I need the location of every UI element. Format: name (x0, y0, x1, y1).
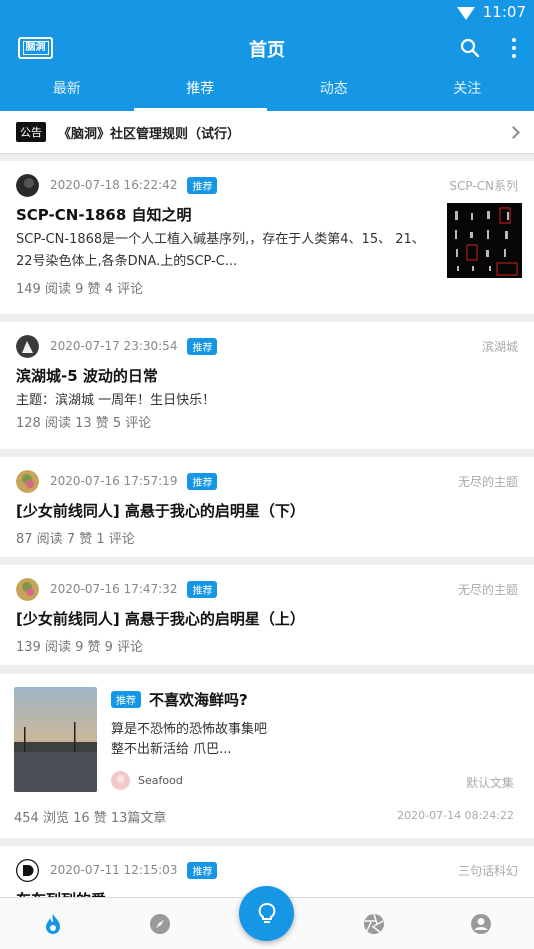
collection-date: 2020-07-14 08:24:22 (397, 809, 514, 822)
collection-stats: 454 浏览 16 赞 13篇文章 (14, 811, 167, 826)
post-title: [少女前线同人] 高悬于我心的启明星（下） (16, 502, 305, 520)
nav-discover[interactable] (107, 913, 214, 935)
post-stats: 87 阅读 7 赞 1 评论 (16, 532, 135, 547)
announcement-text: 《脑洞》社区管理规则（试行） (58, 126, 241, 142)
post-date: 2020-07-18 16:22:42 (50, 178, 178, 192)
post-meta: 2020-07-17 23:30:54 推荐 滨湖城 (16, 333, 518, 359)
recommend-badge: 推荐 (111, 691, 141, 708)
tab-recommended[interactable]: 推荐 (133, 74, 268, 111)
recommend-badge: 推荐 (187, 861, 218, 879)
post-title: [少女前线同人] 高悬于我心的启明星（上） (16, 610, 305, 628)
collection-heading: 推荐 不喜欢海鲜吗? (111, 689, 248, 710)
collection-title: 不喜欢海鲜吗? (149, 691, 248, 709)
recommend-badge: 推荐 (187, 580, 218, 598)
post-excerpt: SCP-CN-1868是一个人工植入碱基序列,，存在于人类第4、15、 21、 … (16, 232, 425, 269)
post-stats: 128 阅读 13 赞 5 评论 (16, 416, 152, 431)
author-name: Seafood (138, 774, 183, 787)
recommend-badge: 推荐 (187, 337, 218, 355)
recommend-badge: 推荐 (187, 176, 218, 194)
post-category[interactable]: 无尽的主题 (458, 473, 518, 490)
header: 11:07 脑洞 首页 最新 推荐 动态 关注 (0, 0, 534, 111)
post-meta: 2020-07-11 12:15:03 推荐 三句话科幻 (16, 857, 518, 883)
collection-desc: 算是不恐怖的恐怖故事集吧 整不出新活给 爪巴... (111, 722, 268, 757)
app-logo: 脑洞 (18, 37, 53, 59)
post-title: SCP-CN-1868 自知之明 (16, 206, 192, 224)
nav-explore[interactable] (320, 913, 427, 935)
search-icon[interactable] (460, 38, 480, 58)
post-excerpt: 主题：滨湖城 一周年！生日快乐！ (16, 393, 216, 408)
post-category[interactable]: 滨湖城 (482, 338, 518, 355)
app-bar: 脑洞 首页 (0, 24, 534, 74)
nav-profile[interactable] (427, 913, 534, 935)
wifi-icon (456, 6, 475, 20)
compass-icon (150, 913, 171, 934)
avatar[interactable] (16, 469, 39, 493)
user-icon (470, 913, 491, 934)
post-card[interactable]: 2020-07-16 17:47:32 推荐 无尽的主题 [少女前线同人] 高悬… (0, 565, 534, 665)
post-date: 2020-07-17 23:30:54 (50, 339, 178, 353)
tab-following[interactable]: 关注 (401, 74, 534, 111)
post-meta: 2020-07-16 17:47:32 推荐 无尽的主题 (16, 576, 518, 602)
announcement-bar[interactable]: 公告 《脑洞》社区管理规则（试行） (0, 111, 534, 154)
avatar[interactable] (16, 173, 39, 197)
post-category[interactable]: 无尽的主题 (458, 581, 518, 598)
avatar[interactable] (16, 334, 39, 358)
post-meta: 2020-07-16 17:57:19 推荐 无尽的主题 (16, 468, 518, 494)
post-stats: 149 阅读 9 赞 4 评论 (16, 282, 144, 297)
status-bar: 11:07 (0, 0, 534, 24)
nav-home[interactable] (0, 913, 107, 935)
post-title: 滨湖城-5 波动的日常 (16, 367, 158, 385)
aperture-icon (363, 913, 384, 934)
post-card[interactable]: 2020-07-18 16:22:42 推荐 SCP-CN系列 SCP-CN-1… (0, 161, 534, 314)
collection-category[interactable]: 默认文集 (466, 774, 514, 791)
chevron-right-icon (507, 125, 520, 139)
more-options-icon[interactable] (510, 38, 518, 58)
collection-cover (14, 687, 97, 792)
lightbulb-icon (258, 902, 275, 923)
create-fab[interactable] (239, 886, 294, 941)
post-card[interactable]: 2020-07-17 23:30:54 推荐 滨湖城 滨湖城-5 波动的日常 主… (0, 322, 534, 449)
post-meta: 2020-07-18 16:22:42 推荐 SCP-CN系列 (16, 172, 518, 198)
avatar (111, 771, 130, 790)
flame-icon (46, 913, 61, 934)
post-category[interactable]: 三句话科幻 (458, 862, 518, 879)
avatar[interactable] (16, 858, 39, 882)
announcement-tag: 公告 (16, 122, 46, 142)
post-date: 2020-07-16 17:57:19 (50, 474, 178, 488)
tab-activity[interactable]: 动态 (267, 74, 401, 111)
tab-bar: 最新 推荐 动态 关注 (0, 74, 534, 111)
post-card[interactable]: 2020-07-16 17:57:19 推荐 无尽的主题 [少女前线同人] 高悬… (0, 457, 534, 557)
post-thumbnail (447, 203, 522, 278)
post-date: 2020-07-11 12:15:03 (50, 863, 178, 877)
post-stats: 139 阅读 9 赞 9 评论 (16, 640, 144, 655)
recommend-badge: 推荐 (187, 472, 218, 490)
avatar[interactable] (16, 577, 39, 601)
collection-card[interactable]: 推荐 不喜欢海鲜吗? 算是不恐怖的恐怖故事集吧 整不出新活给 爪巴... Sea… (0, 674, 534, 838)
post-category[interactable]: SCP-CN系列 (449, 177, 518, 194)
post-date: 2020-07-16 17:47:32 (50, 582, 178, 596)
collection-author[interactable]: Seafood (111, 771, 183, 790)
status-time: 11:07 (482, 3, 526, 21)
page-title: 首页 (249, 40, 285, 61)
tab-latest[interactable]: 最新 (0, 74, 134, 111)
